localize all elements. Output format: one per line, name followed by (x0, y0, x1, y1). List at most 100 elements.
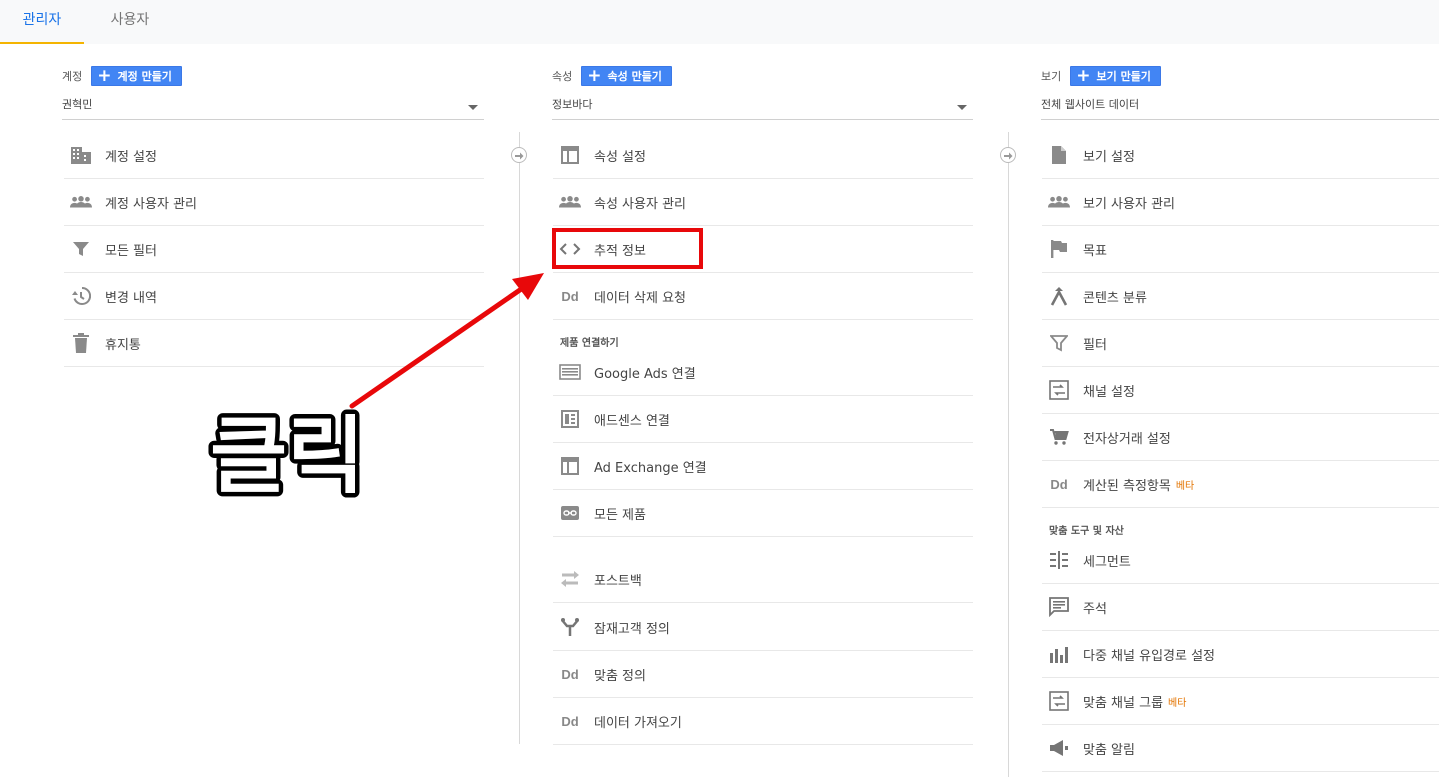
custom-alerts-item[interactable]: 맞춤 알림 (1042, 725, 1439, 772)
google-ads-link-item[interactable]: Google Ads 연결 (553, 349, 973, 396)
postback-item[interactable]: 포스트백 (553, 556, 973, 603)
view-selector[interactable]: 전체 웹사이트 데이터 (1041, 96, 1439, 120)
custom-definitions-item[interactable]: Dd 맞춤 정의 (553, 651, 973, 698)
audience-icon (559, 616, 581, 638)
account-settings-item[interactable]: 계정 설정 (64, 132, 484, 179)
change-history-label: 변경 내역 (105, 290, 157, 306)
change-history-item[interactable]: 변경 내역 (64, 273, 484, 320)
segments-item[interactable]: 세그먼트 (1042, 537, 1439, 584)
account-label: 계정 (62, 70, 83, 83)
property-label: 속성 (552, 70, 573, 83)
dd-icon: Dd (561, 713, 579, 729)
dropdown-caret-icon (468, 105, 478, 110)
dropdown-caret-icon (957, 105, 967, 110)
view-user-management-item[interactable]: 보기 사용자 관리 (1042, 179, 1439, 226)
plus-icon: + (97, 66, 112, 86)
custom-channel-grouping-label: 맞춤 채널 그룹 (1083, 695, 1164, 711)
adsense-link-label: 애드센스 연결 (594, 413, 670, 429)
document-icon (1048, 144, 1070, 166)
all-products-item[interactable]: 모든 제품 (553, 490, 973, 537)
top-tab-bar: 관리자 사용자 (0, 0, 1439, 44)
comment-icon (1048, 596, 1070, 618)
flag-icon (1048, 238, 1070, 260)
highlight-box (552, 228, 703, 269)
cart-icon (1048, 426, 1070, 448)
beta-badge: 베타 (1168, 697, 1187, 709)
people-icon (559, 191, 581, 213)
property-selector[interactable]: 정보바다 (552, 96, 973, 120)
data-import-item[interactable]: Dd 데이터 가져오기 (553, 698, 973, 745)
window-icon (559, 455, 581, 477)
google-ads-link-label: Google Ads 연결 (594, 366, 696, 382)
annotations-label: 주석 (1083, 601, 1107, 617)
goals-item[interactable]: 목표 (1042, 226, 1439, 273)
click-annotation-text: 클릭 (210, 407, 365, 505)
view-settings-item[interactable]: 보기 설정 (1042, 132, 1439, 179)
create-view-button[interactable]: + 보기 만들기 (1070, 66, 1161, 86)
audience-definitions-label: 잠재고객 정의 (594, 621, 670, 637)
column-divider (519, 132, 520, 744)
arrow-right-icon (1000, 147, 1016, 163)
channel-icon (1048, 379, 1070, 401)
people-icon (1048, 191, 1070, 213)
account-user-management-label: 계정 사용자 관리 (105, 196, 197, 212)
content-grouping-item[interactable]: 콘텐츠 분류 (1042, 273, 1439, 320)
view-header: 보기 + 보기 만들기 (1041, 66, 1161, 86)
tab-user[interactable]: 사용자 (84, 0, 176, 44)
tab-admin[interactable]: 관리자 (0, 0, 84, 44)
adsense-link-item[interactable]: 애드센스 연결 (553, 396, 973, 443)
all-filters-item[interactable]: 모든 필터 (64, 226, 484, 273)
view-settings-label: 보기 설정 (1083, 149, 1135, 165)
annotations-item[interactable]: 주석 (1042, 584, 1439, 631)
create-account-button-label: 계정 만들기 (117, 70, 172, 83)
bars-icon (1048, 643, 1070, 665)
ad-exchange-link-item[interactable]: Ad Exchange 연결 (553, 443, 973, 490)
property-header: 속성 + 속성 만들기 (552, 66, 672, 86)
account-selector[interactable]: 권혁민 (62, 96, 484, 120)
data-deletion-request-item[interactable]: Dd 데이터 삭제 요청 (553, 273, 973, 320)
arrow-right-icon (511, 147, 527, 163)
create-property-button-label: 속성 만들기 (607, 70, 662, 83)
channel-settings-item[interactable]: 채널 설정 (1042, 367, 1439, 414)
view-label: 보기 (1041, 70, 1062, 83)
calculated-metrics-item[interactable]: Dd 계산된 측정항목 베타 (1042, 461, 1439, 508)
view-filters-item[interactable]: 필터 (1042, 320, 1439, 367)
plus-icon: + (1076, 66, 1091, 86)
all-products-label: 모든 제품 (594, 507, 646, 523)
window-icon (559, 144, 581, 166)
account-settings-label: 계정 설정 (105, 149, 157, 165)
dd-icon: Dd (1050, 476, 1068, 492)
trash-icon (70, 332, 92, 354)
create-account-button[interactable]: + 계정 만들기 (91, 66, 182, 86)
postback-icon (559, 568, 581, 590)
custom-alerts-label: 맞춤 알림 (1083, 742, 1135, 758)
view-selected: 전체 웹사이트 데이터 (1041, 98, 1140, 111)
custom-definitions-label: 맞춤 정의 (594, 668, 646, 684)
property-user-management-label: 속성 사용자 관리 (594, 196, 686, 212)
column-divider (1008, 132, 1009, 777)
content-grouping-label: 콘텐츠 분류 (1083, 290, 1147, 306)
ecommerce-settings-item[interactable]: 전자상거래 설정 (1042, 414, 1439, 461)
view-filters-label: 필터 (1083, 337, 1107, 353)
filter-icon (70, 238, 92, 260)
mcf-settings-label: 다중 채널 유입경로 설정 (1083, 648, 1215, 664)
calculated-metrics-label: 계산된 측정항목 (1083, 478, 1171, 494)
dd-icon: Dd (561, 666, 579, 682)
property-settings-item[interactable]: 속성 설정 (553, 132, 973, 179)
account-user-management-item[interactable]: 계정 사용자 관리 (64, 179, 484, 226)
adsense-icon (559, 408, 581, 430)
mcf-settings-item[interactable]: 다중 채널 유입경로 설정 (1042, 631, 1439, 678)
property-settings-label: 속성 설정 (594, 149, 646, 165)
channel-icon (1048, 690, 1070, 712)
create-view-button-label: 보기 만들기 (1096, 70, 1151, 83)
create-property-button[interactable]: + 속성 만들기 (581, 66, 672, 86)
segments-label: 세그먼트 (1083, 554, 1131, 570)
custom-channel-grouping-item[interactable]: 맞춤 채널 그룹 베타 (1042, 678, 1439, 725)
ads-icon (559, 361, 581, 383)
dd-icon: Dd (561, 288, 579, 304)
audience-definitions-item[interactable]: 잠재고객 정의 (553, 604, 973, 651)
history-icon (70, 285, 92, 307)
property-user-management-item[interactable]: 속성 사용자 관리 (553, 179, 973, 226)
trash-item[interactable]: 휴지통 (64, 320, 484, 367)
ad-exchange-link-label: Ad Exchange 연결 (594, 460, 707, 476)
